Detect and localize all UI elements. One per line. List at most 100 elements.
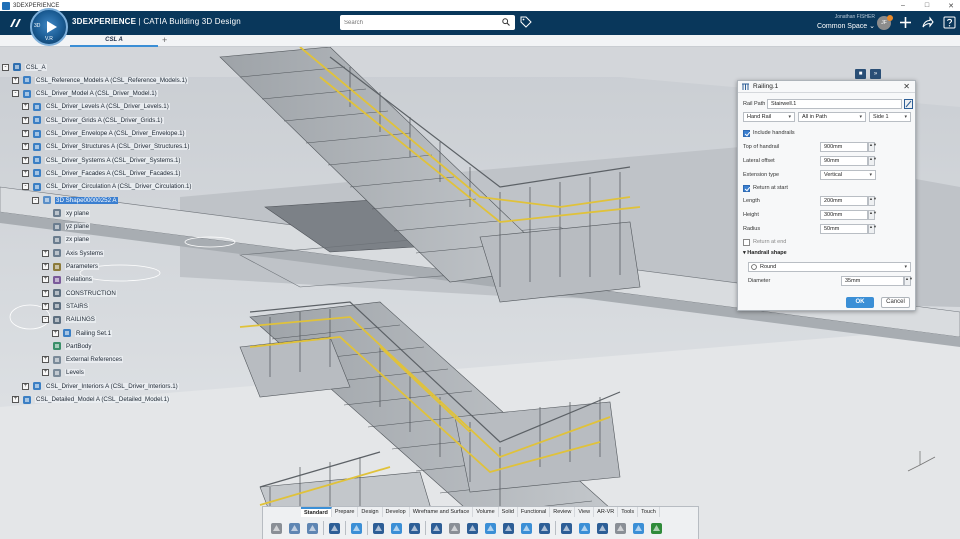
height-input[interactable]: 300mm	[820, 210, 868, 220]
side-select[interactable]: Side 1 ▾	[869, 112, 911, 122]
render-icon[interactable]	[519, 521, 534, 536]
radius-input[interactable]: 50mm	[820, 224, 868, 234]
expand-toggle[interactable]: +	[22, 169, 29, 177]
lateral-offset-spinner[interactable]: ▲▼	[868, 156, 877, 166]
stair-icon[interactable]	[559, 521, 574, 536]
diameter-spinner[interactable]: ▲▼	[904, 276, 913, 286]
share-icon[interactable]	[921, 16, 934, 29]
tab-wireframe-and-surface[interactable]: Wireframe and Surface	[410, 507, 474, 517]
tree-node[interactable]: - CSL_Driver_Circulation A (CSL_Driver_Ci…	[22, 181, 193, 193]
tree-node[interactable]: + Axis Systems	[42, 247, 105, 259]
tab-standard[interactable]: Standard	[301, 507, 332, 517]
tree-node[interactable]: - RAILINGS	[42, 314, 96, 326]
tree-node[interactable]: zx plane	[42, 234, 91, 246]
tree-node[interactable]: - CSL_A	[2, 61, 47, 73]
minimize-button[interactable]: –	[898, 2, 908, 9]
collapse-toggle[interactable]: -	[22, 183, 29, 191]
collab-space[interactable]: Common Space ⌄	[800, 22, 875, 30]
return-at-start-row[interactable]: Return at start	[743, 183, 788, 193]
expand-toggle[interactable]: +	[42, 263, 49, 270]
tag-tool-icon[interactable]	[613, 521, 628, 536]
collapse-toggle[interactable]: -	[2, 63, 9, 71]
collapse-toggle[interactable]: -	[42, 316, 49, 324]
return-at-end-row[interactable]: Return at end	[743, 237, 786, 247]
lateral-offset-input[interactable]: 90mm	[820, 156, 868, 166]
length-input[interactable]: 200mm	[820, 196, 868, 206]
view-toggle[interactable]: »	[870, 69, 881, 79]
save-icon[interactable]	[649, 521, 664, 536]
tree-node[interactable]: + Railing Set.1	[52, 327, 113, 339]
tree-node[interactable]: xy plane	[42, 207, 91, 219]
tree-node[interactable]: + CSL_Driver_Envelope A (CSL_Driver_Envel…	[22, 128, 186, 140]
paint-icon[interactable]	[483, 521, 498, 536]
grid-icon[interactable]	[407, 521, 422, 536]
tree-node[interactable]: + External References	[42, 354, 124, 366]
close-button[interactable]: ✕	[946, 2, 956, 10]
tab-review[interactable]: Review	[550, 507, 576, 517]
tab-solid[interactable]: Solid	[499, 507, 518, 517]
point-icon[interactable]	[429, 521, 444, 536]
expand-toggle[interactable]: +	[42, 356, 49, 364]
tree-node[interactable]: + STAIRS	[42, 300, 89, 312]
tree-node[interactable]: + Levels	[42, 367, 85, 379]
expand-toggle[interactable]: +	[42, 289, 49, 297]
expand-toggle[interactable]: +	[22, 130, 29, 137]
tree-node[interactable]: + CSL_Driver_Interiors A (CSL_Driver_Inte…	[22, 380, 179, 392]
tree-node[interactable]: - CSL_Driver_Model A (CSL_Driver_Model.1)	[12, 88, 158, 100]
tab-design[interactable]: Design	[358, 507, 383, 517]
tree-node[interactable]: + CONSTRUCTION	[42, 287, 117, 299]
expand-toggle[interactable]: +	[42, 302, 49, 310]
expand-toggle[interactable]: +	[22, 382, 29, 390]
expand-toggle[interactable]: +	[22, 156, 29, 164]
extension-type-select[interactable]: Vertical ▾	[820, 170, 876, 180]
tree-node[interactable]: yz plane	[42, 221, 91, 233]
tab-functional[interactable]: Functional	[518, 507, 551, 517]
expand-toggle[interactable]: +	[42, 276, 49, 284]
group-icon[interactable]	[631, 521, 646, 536]
tree-node[interactable]: - 3D Shape00000252 A	[32, 194, 118, 206]
height-spinner[interactable]: ▲▼	[868, 210, 877, 220]
tree-node[interactable]: + CSL_Detailed_Model A (CSL_Detailed_Mode…	[12, 394, 171, 406]
search-icon[interactable]	[502, 18, 510, 26]
return-at-start-checkbox[interactable]	[743, 184, 750, 192]
sketch-icon[interactable]	[371, 521, 386, 536]
tab-csl-a[interactable]: CSL A	[70, 35, 158, 47]
tag-icon[interactable]	[520, 16, 532, 28]
tab-prepare[interactable]: Prepare	[332, 507, 359, 517]
tree-node[interactable]: PartBody	[42, 340, 93, 352]
compass-widget[interactable]: 3D V.R	[30, 8, 68, 46]
tree-node[interactable]: + Parameters	[42, 261, 99, 273]
expand-toggle[interactable]: +	[22, 143, 29, 151]
tree-node[interactable]: + CSL_Driver_Structures A (CSL_Driver_Str…	[22, 141, 191, 153]
add-icon[interactable]	[899, 16, 912, 29]
rail-path-field[interactable]: Stairwell.1	[767, 99, 902, 109]
viewpoint-tool[interactable]: ■	[855, 69, 866, 79]
dialog-title-bar[interactable]: Railing.1	[738, 81, 915, 93]
new-tab-button[interactable]: +	[162, 35, 167, 46]
maximize-button[interactable]: □	[922, 2, 932, 9]
scope-select[interactable]: All in Path ▾	[798, 112, 866, 122]
cut-icon[interactable]	[269, 521, 284, 536]
tab-view[interactable]: View	[575, 507, 595, 517]
diameter-input[interactable]: 35mm	[841, 276, 904, 286]
expand-toggle[interactable]: +	[22, 116, 29, 124]
copy-icon[interactable]	[287, 521, 302, 536]
cancel-button[interactable]: Cancel	[881, 297, 910, 308]
search-box[interactable]	[340, 15, 515, 30]
collapse-toggle[interactable]: -	[32, 196, 39, 204]
material-icon[interactable]	[501, 521, 516, 536]
tree-node[interactable]: + CSL_Reference_Models A (CSL_Reference_M…	[12, 74, 188, 86]
tab-volume[interactable]: Volume	[473, 507, 499, 517]
expand-toggle[interactable]: +	[52, 329, 59, 337]
include-handrails-checkbox[interactable]	[743, 129, 750, 137]
tree-node[interactable]: + CSL_Driver_Facades A (CSL_Driver_Facade…	[22, 167, 182, 179]
handrail-shape-section[interactable]: ▾ Handrail shape	[743, 250, 787, 256]
type-select[interactable]: Hand Rail ▾	[743, 112, 795, 122]
paste-icon[interactable]	[305, 521, 320, 536]
tree-node[interactable]: + CSL_Driver_Levels A (CSL_Driver_Levels.…	[22, 101, 170, 113]
frame-icon[interactable]	[537, 521, 552, 536]
edit-path-icon[interactable]	[904, 99, 913, 109]
user-block[interactable]: Jonathan FISHER Common Space ⌄	[800, 14, 875, 30]
expand-toggle[interactable]: +	[42, 249, 49, 257]
collapse-toggle[interactable]: -	[12, 90, 19, 98]
